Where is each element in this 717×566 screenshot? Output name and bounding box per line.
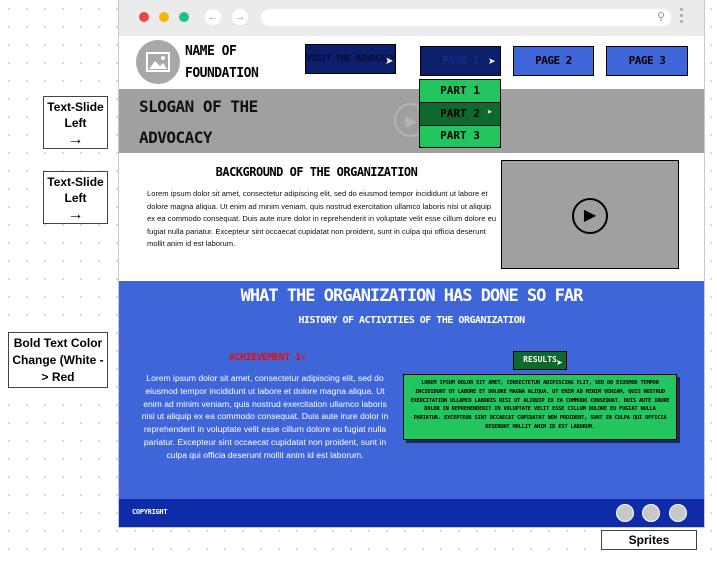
results-box: LOREM IPSUM DOLOR SIT AMET, CONSECTETUR …	[403, 374, 677, 440]
site-footer: COPYRIGHT	[119, 499, 704, 527]
menu-icon[interactable]	[680, 8, 684, 26]
visit-advocacy-button[interactable]: VISIT THE ADVOCACY	[305, 44, 396, 74]
forward-arrow-icon[interactable]: →	[232, 9, 248, 25]
video-player[interactable]: ▶	[501, 160, 679, 269]
results-label: RESULTS	[523, 355, 557, 364]
minimize-dot[interactable]	[159, 12, 169, 22]
cursor-icon: ➤	[487, 107, 493, 118]
annotation-text-slide-2: Text-Slide Left →	[43, 171, 108, 224]
browser-window: ← → ⚲ NAME OF FOUNDATION VISIT THE ADVOC…	[118, 0, 705, 528]
play-icon[interactable]: ▶	[572, 198, 608, 234]
achievement-text: Lorem ipsum dolor sit amet, consectetur …	[141, 373, 389, 460]
visit-advocacy-label: VISIT THE ADVOCACY	[306, 54, 395, 64]
background-text: Lorem ipsum dolor sit amet, consectetur …	[147, 189, 497, 249]
achievement-label: ACHIEVEMENT 1:	[229, 352, 307, 363]
achievements-section: WHAT THE ORGANIZATION HAS DONE SO FAR HI…	[119, 281, 704, 527]
dropdown-item-part-2[interactable]: PART 2 ➤	[419, 101, 501, 126]
right-arrow-icon: →	[67, 131, 84, 148]
nav-page-3-label: PAGE 3	[628, 54, 666, 67]
page-1-dropdown: PART 1 PART 2 ➤ PART 3	[419, 79, 501, 148]
dropdown-item-label: PART 2	[440, 106, 480, 120]
results-text: LOREM IPSUM DOLOR SIT AMET, CONSECTETUR …	[410, 380, 670, 430]
background-title: BACKGROUND OF THE ORGANIZATION	[215, 165, 418, 179]
dropdown-item-label: PART 3	[440, 129, 480, 142]
nav-page-2[interactable]: PAGE 2	[513, 46, 594, 76]
logo	[136, 40, 180, 84]
dropdown-item-part-1[interactable]: PART 1	[419, 79, 501, 103]
site-header: NAME OF FOUNDATION VISIT THE ADVOCACY ➤ …	[119, 36, 704, 89]
achievements-title: WHAT THE ORGANIZATION HAS DONE SO FAR	[240, 286, 584, 306]
annotation-label: Text-Slide Left	[47, 175, 104, 205]
copyright: COPYRIGHT	[132, 508, 168, 516]
right-arrow-icon: →	[67, 206, 84, 223]
close-dot[interactable]	[139, 12, 149, 22]
search-icon: ⚲	[656, 11, 665, 23]
maximize-dot[interactable]	[179, 12, 189, 22]
social-icon[interactable]	[616, 504, 634, 522]
cursor-icon: ➤	[488, 56, 496, 66]
dropdown-item-label: PART 1	[440, 84, 480, 97]
cursor-icon: ➤	[385, 56, 394, 67]
annotation-bold-text: Bold Text Color Change (White -> Red	[8, 332, 108, 388]
org-name: NAME OF FOUNDATION	[185, 44, 259, 81]
annotation-sprites: Sprites	[601, 530, 697, 550]
background-section: BACKGROUND OF THE ORGANIZATION Lorem ips…	[119, 153, 704, 281]
hero-banner: SLOGAN OF THE ADVOCACY ▶	[119, 89, 704, 153]
dropdown-item-part-3[interactable]: PART 3	[419, 124, 501, 148]
achievements-subtitle: HISTORY OF ACTIVITIES OF THE ORGANIZATIO…	[298, 315, 525, 326]
nav-page-3[interactable]: PAGE 3	[606, 46, 688, 76]
annotation-label: Text-Slide Left	[47, 100, 104, 130]
back-arrow-icon[interactable]: ←	[205, 9, 221, 25]
social-icon[interactable]	[642, 504, 660, 522]
slogan: SLOGAN OF THE ADVOCACY	[139, 97, 258, 147]
annotation-text-slide-1: Text-Slide Left →	[43, 96, 108, 149]
image-placeholder-icon	[146, 52, 170, 72]
annotation-label: Sprites	[628, 533, 670, 547]
annotation-label: Bold Text Color Change (White -> Red	[12, 336, 104, 384]
browser-toolbar: ← → ⚲	[119, 0, 704, 36]
address-bar[interactable]: ⚲	[261, 9, 671, 26]
social-icon[interactable]	[669, 504, 687, 522]
nav-page-2-label: PAGE 2	[535, 54, 572, 67]
nav-page-1-label: PAGE 1	[442, 54, 479, 67]
cursor-icon: ➤	[556, 358, 563, 367]
